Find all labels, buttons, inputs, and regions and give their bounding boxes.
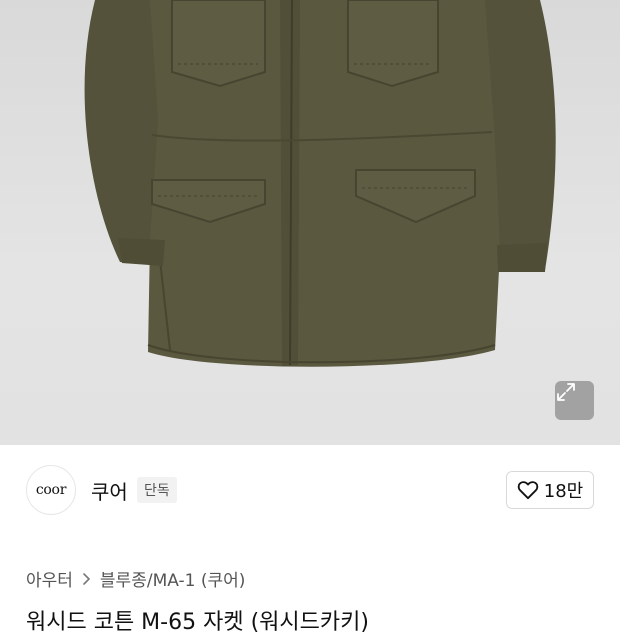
brand-name[interactable]: 쿠어: [91, 476, 128, 505]
chevron-right-icon: [82, 572, 91, 586]
product-image[interactable]: [0, 0, 620, 445]
expand-arrows-icon: [557, 383, 575, 401]
jacket-image: [84, 0, 556, 367]
like-button[interactable]: 18만: [506, 471, 594, 509]
heart-icon: [517, 481, 538, 500]
breadcrumb-category[interactable]: 아우터: [26, 566, 73, 591]
product-title: 워시드 코튼 M-65 자켓 (워시드카키): [26, 610, 369, 635]
breadcrumb-subcategory[interactable]: 블루종/MA-1 (쿠어): [100, 566, 245, 591]
exclusive-badge: 단독: [137, 477, 177, 503]
brand-row: coor 쿠어 단독 18만: [0, 445, 620, 540]
breadcrumb: 아우터 블루종/MA-1 (쿠어): [26, 566, 245, 591]
brand-logo[interactable]: coor: [26, 465, 76, 515]
like-count: 18만: [543, 481, 584, 502]
expand-image-button[interactable]: [555, 381, 594, 420]
